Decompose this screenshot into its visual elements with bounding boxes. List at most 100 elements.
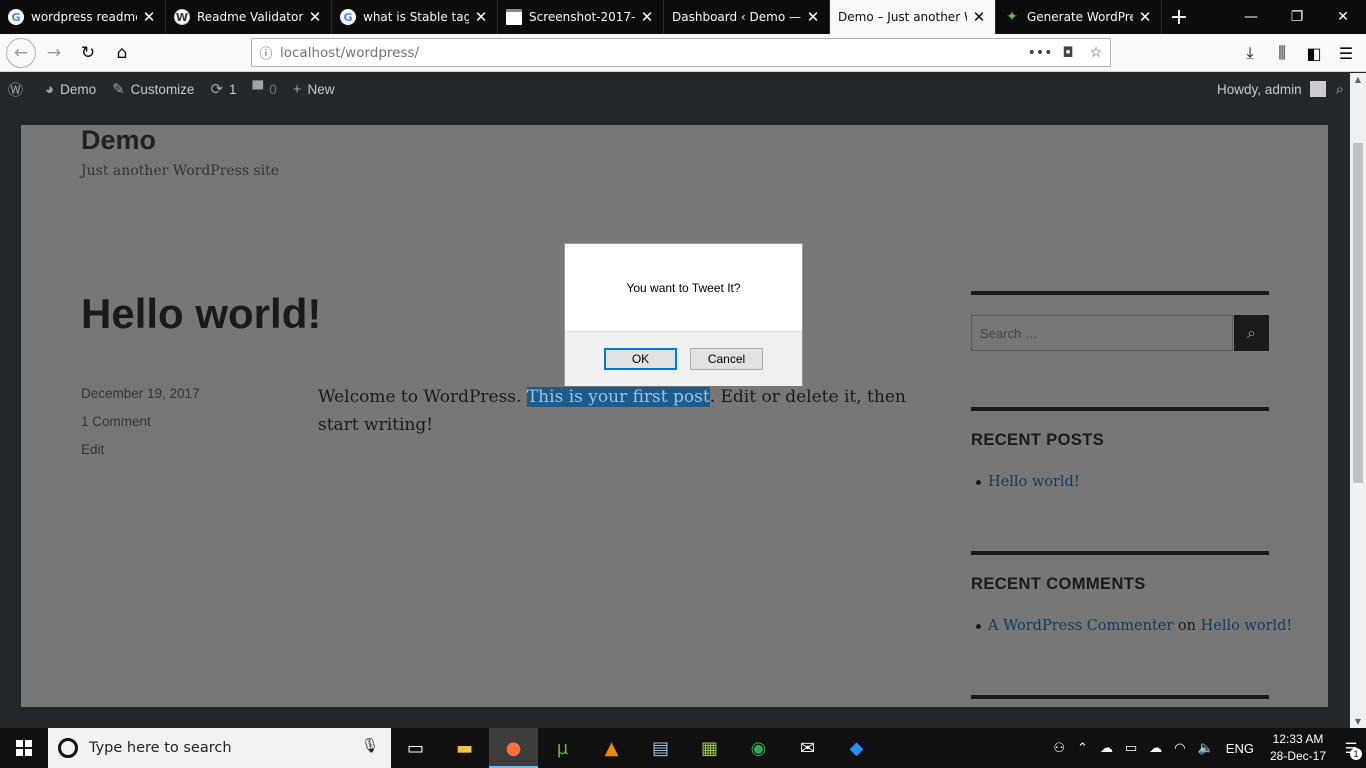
tab-stable-tag[interactable]: G what is Stable tag in ✕ <box>332 0 498 34</box>
wifi-icon[interactable]: ◠ <box>1174 740 1185 756</box>
comment-post-link[interactable]: Hello world! <box>1201 618 1293 634</box>
file-explorer-icon[interactable]: ▬ <box>440 728 489 768</box>
new-tab-button[interactable]: + <box>1162 0 1196 34</box>
onedrive-icon[interactable]: ☁ <box>1100 740 1113 756</box>
admin-bar-customize[interactable]: ✎ Customize <box>104 73 202 105</box>
page-scrollbar[interactable]: ▲ ▼ <box>1350 73 1366 728</box>
chrome-icon[interactable]: ◉ <box>734 728 783 768</box>
show-hidden-icons-icon[interactable]: ⌃ <box>1077 740 1088 756</box>
site-title[interactable]: Demo <box>81 125 156 156</box>
scroll-down-icon[interactable]: ▼ <box>1350 717 1366 726</box>
back-button[interactable]: ← <box>6 37 36 68</box>
tab-generate-wordpress[interactable]: ✦ Generate WordPress ✕ <box>996 0 1162 34</box>
admin-bar-new[interactable]: + New <box>285 73 343 105</box>
pdf-app-icon[interactable]: ▤ <box>636 728 685 768</box>
ok-button[interactable]: OK <box>604 348 677 370</box>
search-input[interactable]: Search … <box>971 315 1233 351</box>
microphone-icon[interactable]: 🎙 <box>361 738 379 754</box>
people-icon[interactable]: ⚇ <box>1053 740 1065 756</box>
dialog-message: You want to Tweet It? <box>626 280 741 295</box>
close-window-button[interactable]: ✕ <box>1320 0 1366 34</box>
volume-icon[interactable]: 🔈 <box>1198 740 1214 756</box>
close-icon[interactable]: ✕ <box>307 8 323 26</box>
start-button[interactable] <box>0 728 48 768</box>
action-center-icon[interactable]: ☰ 1 <box>1336 728 1366 768</box>
scroll-up-icon[interactable]: ▲ <box>1350 75 1366 84</box>
url-path: /wordpress/ <box>340 44 420 61</box>
close-icon[interactable]: ✕ <box>805 8 821 26</box>
url-bar[interactable]: ⓘ localhost/wordpress/ ••• ◘ ☆ <box>251 38 1111 67</box>
close-icon[interactable]: ✕ <box>141 8 157 26</box>
comment-on-text: on <box>1177 618 1196 634</box>
dialog-button-row: OK Cancel <box>565 331 802 386</box>
pocket-icon[interactable]: ◘ <box>1054 45 1082 61</box>
close-icon[interactable]: ✕ <box>473 8 489 26</box>
vlc-icon[interactable]: ▲ <box>587 728 636 768</box>
cancel-button[interactable]: Cancel <box>690 348 763 370</box>
page-actions-icon[interactable]: ••• <box>1026 45 1054 61</box>
cortana-icon <box>58 738 78 758</box>
post-comments-link[interactable]: 1 Comment <box>81 414 151 429</box>
mail-icon[interactable]: ✉ <box>783 728 832 768</box>
wp-logo-menu[interactable]: Ⓦ <box>0 73 37 105</box>
restore-button[interactable]: ❐ <box>1274 0 1320 34</box>
reload-button[interactable]: ↻ <box>72 37 104 69</box>
maps-icon[interactable]: ◆ <box>832 728 881 768</box>
admin-bar-comments[interactable]: ▀ 0 <box>245 73 285 105</box>
task-view-icon[interactable]: ▭ <box>391 728 440 768</box>
minimize-button[interactable]: — <box>1228 0 1274 34</box>
widget-divider <box>971 291 1269 295</box>
post-date[interactable]: December 19, 2017 <box>81 386 200 401</box>
info-icon[interactable]: ⓘ <box>252 43 280 62</box>
clock-time: 12:33 AM <box>1272 732 1324 746</box>
site-name-label: Demo <box>60 81 97 97</box>
close-icon[interactable]: ✕ <box>1137 8 1153 26</box>
comment-bubble-icon: ▀ <box>252 80 264 98</box>
close-icon[interactable]: ✕ <box>639 8 655 26</box>
post-body: Welcome to WordPress. This is your first… <box>318 383 918 439</box>
close-icon[interactable]: ✕ <box>971 8 987 26</box>
firefox-icon[interactable]: ● <box>489 728 538 768</box>
recent-post-link[interactable]: Hello world! <box>988 474 1080 490</box>
battery-icon[interactable]: ▭ <box>1125 740 1137 756</box>
cloud-upload-icon[interactable]: ☁ <box>1149 740 1162 756</box>
taskbar-search-placeholder: Type here to search <box>89 740 232 756</box>
plus-icon: + <box>292 80 302 98</box>
clock[interactable]: 12:33 AM 28-Dec-17 <box>1270 731 1326 765</box>
admin-bar-site-name[interactable]: ◕ Demo <box>37 73 104 105</box>
tab-demo-active[interactable]: Demo – Just another Wo ✕ <box>830 0 996 34</box>
utorrent-icon[interactable]: µ <box>538 728 587 768</box>
tab-readme-validator[interactable]: W Readme Validator — ✕ <box>166 0 332 34</box>
library-icon[interactable]: ⫼ <box>1266 37 1298 69</box>
wordpress-logo-icon: Ⓦ <box>8 81 24 99</box>
downloads-icon[interactable]: ⤓ <box>1234 37 1266 69</box>
comment-author-link[interactable]: A WordPress Commenter <box>988 618 1173 634</box>
avatar[interactable] <box>1309 81 1326 97</box>
home-button[interactable]: ⌂ <box>106 37 138 69</box>
language-indicator[interactable]: ENG <box>1226 741 1254 756</box>
search-button[interactable]: ⌕ <box>1234 315 1269 351</box>
forward-button[interactable]: → <box>38 37 70 69</box>
tab-label: Readme Validator — <box>197 10 303 24</box>
taskbar-search[interactable]: Type here to search 🎙 <box>48 728 391 768</box>
post-title[interactable]: Hello world! <box>81 290 321 338</box>
wordpress-icon: W <box>174 9 190 25</box>
howdy-account[interactable]: Howdy, admin <box>1217 82 1302 97</box>
recent-comments-title: RECENT COMMENTS <box>971 575 1146 593</box>
admin-bar-updates[interactable]: ⟳ 1 <box>202 73 244 105</box>
notepad-icon[interactable]: ▦ <box>685 728 734 768</box>
bookmark-star-icon[interactable]: ☆ <box>1082 45 1110 61</box>
url-text[interactable]: localhost/wordpress/ <box>280 45 1026 61</box>
menu-icon[interactable]: ☰ <box>1330 37 1362 69</box>
tab-strip: G wordpress readme t ✕ W Readme Validato… <box>0 0 1366 34</box>
search-icon: ⌕ <box>1247 323 1256 342</box>
sidebar-icon[interactable]: ◧ <box>1298 37 1330 69</box>
clock-date: 28-Dec-17 <box>1269 749 1326 763</box>
tab-dashboard[interactable]: Dashboard ‹ Demo — W ✕ <box>664 0 830 34</box>
admin-search-icon[interactable]: ⌕ <box>1336 81 1344 98</box>
tab-wordpress-readme[interactable]: G wordpress readme t ✕ <box>0 0 166 34</box>
post-edit-link[interactable]: Edit <box>81 442 104 457</box>
tab-screenshot[interactable]: Screenshot-2017-12 ✕ <box>498 0 664 34</box>
scrollbar-thumb[interactable] <box>1353 143 1363 483</box>
tab-label: Generate WordPress <box>1027 10 1133 24</box>
